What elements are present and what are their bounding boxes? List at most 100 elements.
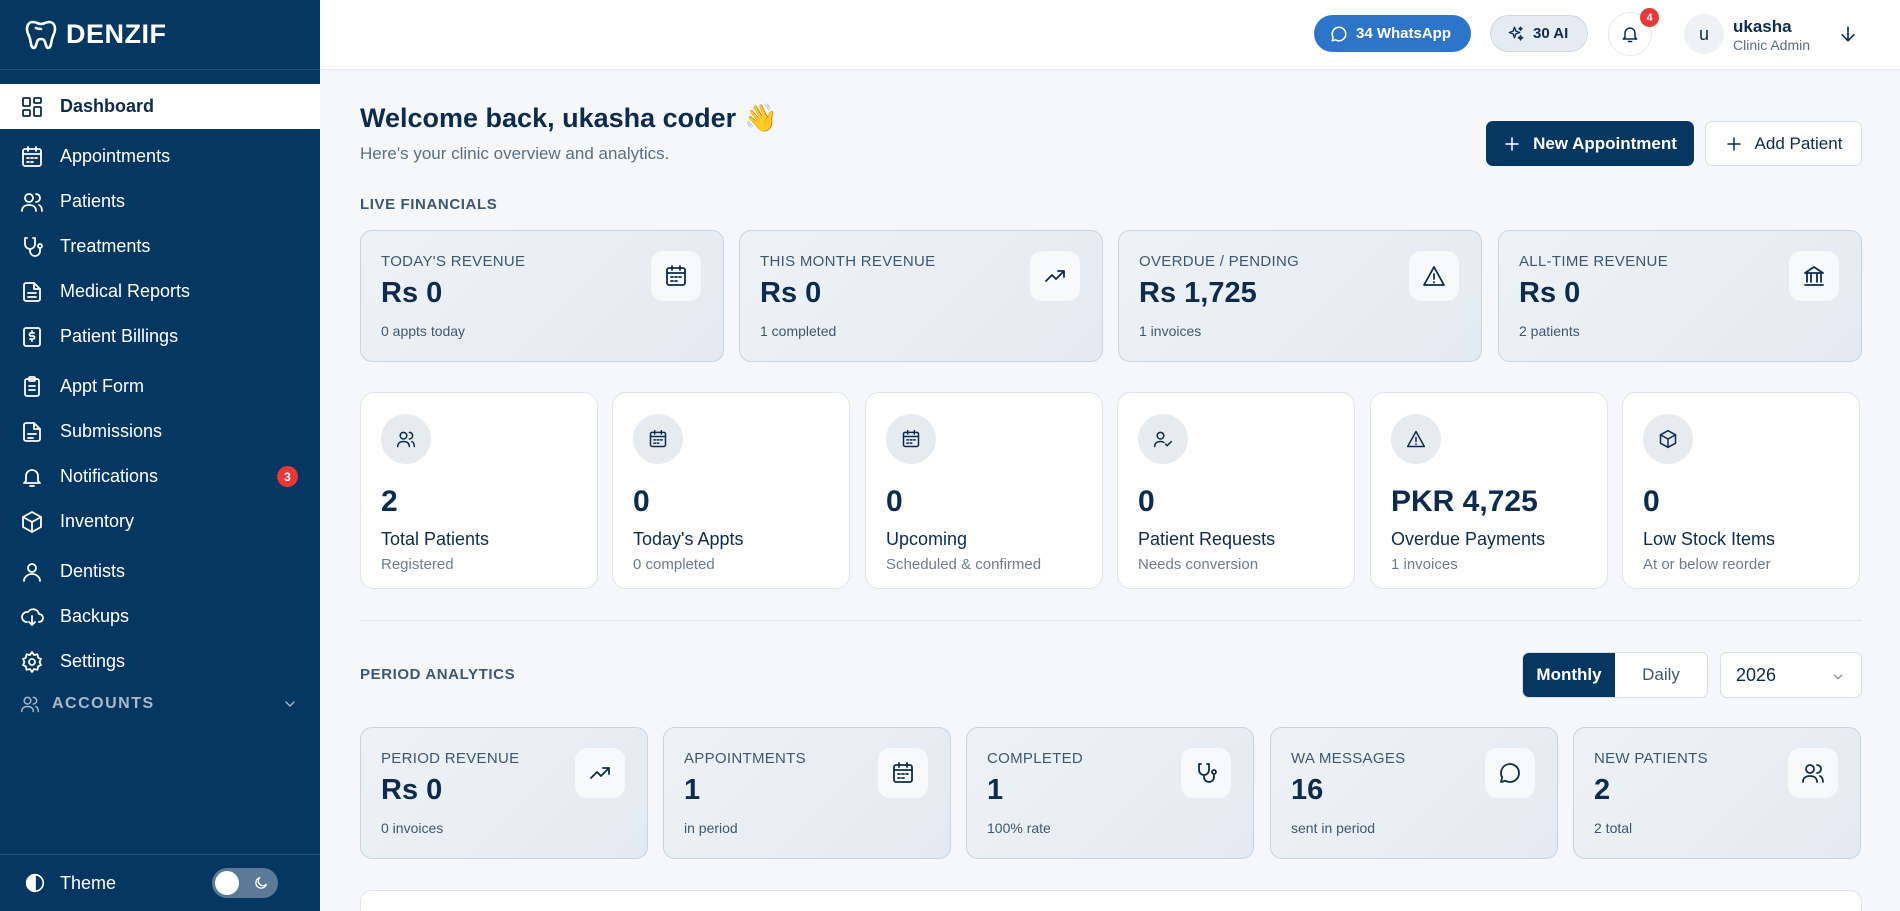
sidebar-item-label: Appointments bbox=[60, 146, 171, 166]
card-label: PERIOD REVENUE bbox=[381, 750, 520, 767]
stat-sub: Registered bbox=[381, 556, 454, 573]
sidebar-item-notifications[interactable]: Notifications 3 bbox=[0, 454, 320, 499]
low-stock-card[interactable]: 0 Low Stock Items At or below reorder bbox=[1622, 392, 1860, 589]
sidebar-item-submissions[interactable]: Submissions bbox=[0, 409, 320, 454]
card-label: OVERDUE / PENDING bbox=[1139, 253, 1300, 270]
add-patient-button[interactable]: Add Patient bbox=[1705, 121, 1862, 166]
user-name[interactable]: ukasha bbox=[1733, 17, 1792, 37]
whatsapp-credits-label: 34 WhatsApp bbox=[1356, 25, 1452, 42]
sidebar-item-label: Treatments bbox=[60, 236, 151, 256]
sidebar-accounts-group[interactable]: ACCOUNTS bbox=[0, 684, 320, 724]
notifications-count-badge: 3 bbox=[277, 466, 298, 487]
card-sub: 0 invoices bbox=[381, 820, 444, 836]
daily-tab[interactable]: Daily bbox=[1615, 653, 1707, 697]
stat-value: 0 bbox=[1138, 485, 1155, 518]
alert-triangle-icon bbox=[1391, 414, 1441, 464]
bell-icon bbox=[20, 465, 44, 489]
stethoscope-icon bbox=[1181, 748, 1231, 798]
moon-icon bbox=[253, 875, 269, 891]
sidebar-nav: Dashboard Appointments Patients Treatmen… bbox=[0, 84, 320, 724]
card-label: WA MESSAGES bbox=[1291, 750, 1406, 767]
stat-value: 0 bbox=[886, 485, 903, 518]
all-time-revenue-card: ALL-TIME REVENUE Rs 0 2 patients bbox=[1498, 230, 1862, 362]
stat-sub: At or below reorder bbox=[1643, 556, 1771, 573]
sidebar-item-patients[interactable]: Patients bbox=[0, 179, 320, 224]
calendar-icon bbox=[633, 414, 683, 464]
toggle-knob bbox=[215, 871, 239, 895]
sidebar-item-inventory[interactable]: Inventory bbox=[0, 499, 320, 544]
sidebar-item-appointments[interactable]: Appointments bbox=[0, 134, 320, 179]
theme-label: Theme bbox=[60, 872, 117, 893]
box-icon bbox=[20, 510, 44, 534]
card-sub: sent in period bbox=[1291, 820, 1376, 836]
accounts-label: ACCOUNTS bbox=[52, 695, 155, 712]
stat-label: Overdue Payments bbox=[1391, 529, 1546, 549]
upcoming-card[interactable]: 0 Upcoming Scheduled & confirmed bbox=[865, 392, 1103, 589]
plus-icon bbox=[1503, 135, 1521, 153]
wave-emoji: 👋 bbox=[744, 103, 778, 133]
whatsapp-credits-button[interactable]: 34 WhatsApp bbox=[1314, 15, 1471, 52]
sidebar-item-patient-billings[interactable]: Patient Billings bbox=[0, 314, 320, 359]
card-label: THIS MONTH REVENUE bbox=[760, 253, 936, 270]
avatar[interactable]: u bbox=[1684, 14, 1724, 54]
chevron-down-icon bbox=[1831, 670, 1845, 684]
calendar-icon bbox=[886, 414, 936, 464]
file-text-icon bbox=[20, 280, 44, 304]
sidebar-item-dashboard[interactable]: Dashboard bbox=[0, 84, 320, 129]
monthly-tab[interactable]: Monthly bbox=[1523, 653, 1615, 697]
cloud-download-icon bbox=[20, 605, 44, 629]
card-value: Rs 1,725 bbox=[1139, 277, 1257, 309]
sidebar-item-label: Appt Form bbox=[60, 376, 145, 396]
card-sub: 2 total bbox=[1594, 820, 1633, 836]
stat-sub: 0 completed bbox=[633, 556, 715, 573]
stat-sub: 1 invoices bbox=[1391, 556, 1458, 573]
patient-requests-card[interactable]: 0 Patient Requests Needs conversion bbox=[1117, 392, 1355, 589]
users-icon bbox=[20, 694, 40, 714]
overdue-payments-card[interactable]: PKR 4,725 Overdue Payments 1 invoices bbox=[1370, 392, 1608, 589]
new-appointment-button[interactable]: New Appointment bbox=[1486, 121, 1694, 166]
calendar-icon bbox=[20, 145, 44, 169]
theme-toggle[interactable] bbox=[212, 868, 278, 898]
sparkles-icon bbox=[1507, 25, 1525, 43]
main-content: Welcome back, ukasha coder 👋 Here's your… bbox=[320, 70, 1900, 911]
trending-up-icon bbox=[575, 748, 625, 798]
period-toggle: Monthly Daily bbox=[1522, 652, 1708, 698]
sidebar-item-appt-form[interactable]: Appt Form bbox=[0, 364, 320, 409]
sidebar-item-backups[interactable]: Backups bbox=[0, 594, 320, 639]
brand-logo[interactable]: DENZIF bbox=[0, 0, 320, 70]
sidebar-item-settings[interactable]: Settings bbox=[0, 639, 320, 684]
card-sub: 100% rate bbox=[987, 820, 1051, 836]
section-divider bbox=[360, 620, 1862, 621]
sidebar-item-label: Dentists bbox=[60, 561, 126, 581]
sidebar-item-label: Patients bbox=[60, 191, 126, 211]
card-label: ALL-TIME REVENUE bbox=[1519, 253, 1668, 270]
users-icon bbox=[20, 190, 44, 214]
stat-value: 2 bbox=[381, 485, 398, 518]
year-value: 2026 bbox=[1736, 664, 1777, 685]
sidebar-item-dentists[interactable]: Dentists bbox=[0, 549, 320, 594]
page-subtitle: Here's your clinic overview and analytic… bbox=[360, 144, 670, 163]
sidebar-item-label: Patient Billings bbox=[60, 326, 179, 346]
sidebar-item-medical-reports[interactable]: Medical Reports bbox=[0, 269, 320, 314]
theme-icon bbox=[24, 872, 46, 894]
total-patients-card[interactable]: 2 Total Patients Registered bbox=[360, 392, 598, 589]
gear-icon bbox=[20, 650, 44, 674]
year-select[interactable]: 2026 bbox=[1720, 652, 1862, 698]
arrow-down-icon[interactable] bbox=[1838, 24, 1858, 44]
sidebar-item-label: Backups bbox=[60, 606, 130, 626]
todays-appts-card[interactable]: 0 Today's Appts 0 completed bbox=[612, 392, 850, 589]
ai-credits-button[interactable]: 30 AI bbox=[1490, 15, 1588, 52]
period-completed-card: COMPLETED 1 100% rate bbox=[966, 727, 1254, 859]
alert-triangle-icon bbox=[1409, 251, 1459, 301]
sidebar-item-treatments[interactable]: Treatments bbox=[0, 224, 320, 269]
card-sub: in period bbox=[684, 820, 738, 836]
file-icon bbox=[20, 420, 44, 444]
card-sub: 0 appts today bbox=[381, 323, 466, 339]
stat-sub: Needs conversion bbox=[1138, 556, 1259, 573]
card-label: APPOINTMENTS bbox=[684, 750, 806, 767]
bell-icon bbox=[1620, 24, 1640, 44]
calendar-icon bbox=[878, 748, 928, 798]
add-patient-label: Add Patient bbox=[1754, 133, 1843, 153]
welcome-text: Welcome back, ukasha coder bbox=[360, 102, 737, 133]
calendar-icon bbox=[651, 251, 701, 301]
